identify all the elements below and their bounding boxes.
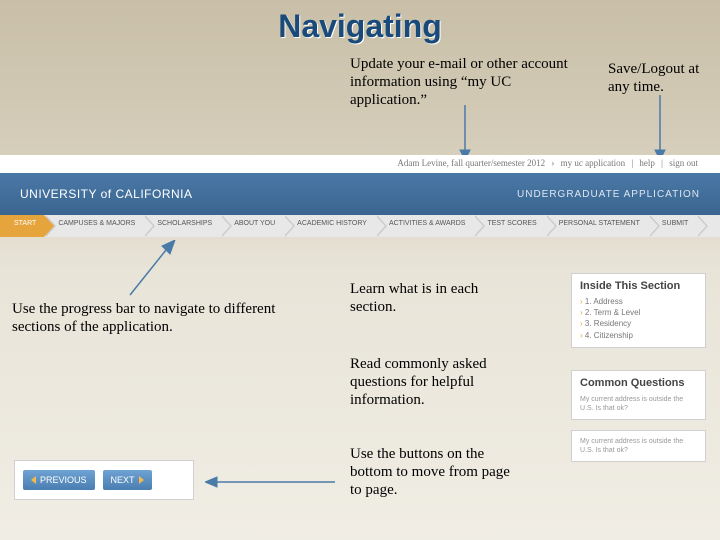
uc-app-label: UNDERGRADUATE APPLICATION bbox=[517, 189, 700, 200]
next-button[interactable]: NEXT bbox=[103, 470, 152, 490]
annotation-read-faq: Read commonly asked questions for helpfu… bbox=[350, 355, 510, 409]
arrow-diagonal-icon bbox=[120, 240, 180, 300]
arrow-left-icon bbox=[205, 474, 335, 490]
uc-midbar: UNIVERSITY of CALIFORNIA UNDERGRADUATE A… bbox=[0, 173, 720, 215]
annotation-progress-bar: Use the progress bar to navigate to diff… bbox=[12, 300, 282, 336]
list-item[interactable]: 2. Term & Level bbox=[580, 307, 697, 318]
list-item[interactable]: 3. Residency bbox=[580, 318, 697, 329]
chevron-right-icon bbox=[139, 476, 144, 484]
annotation-use-buttons: Use the buttons on the bottom to move fr… bbox=[350, 445, 525, 499]
side-card-inside-section: Inside This Section 1. Address 2. Term &… bbox=[571, 273, 706, 348]
topbar-link-help[interactable]: help bbox=[639, 158, 655, 168]
side-card-title: Inside This Section bbox=[572, 274, 705, 296]
uc-topbar: Adam Levine, fall quarter/semester 2012 … bbox=[0, 155, 720, 173]
slide-title: Navigating bbox=[0, 0, 720, 45]
nav-academic[interactable]: ACADEMIC HISTORY bbox=[283, 215, 375, 237]
uc-progress-nav: START CAMPUSES & MAJORS SCHOLARSHIPS ABO… bbox=[0, 215, 720, 237]
uc-banner: Adam Levine, fall quarter/semester 2012 … bbox=[0, 155, 720, 237]
list-item[interactable]: 1. Address bbox=[580, 296, 697, 307]
side-card-common-questions: Common Questions My current address is o… bbox=[571, 370, 706, 420]
prev-next-container: PREVIOUS NEXT bbox=[14, 460, 194, 500]
arrow-down-icon bbox=[455, 105, 475, 160]
chevron-left-icon bbox=[31, 476, 36, 484]
arrow-down-icon bbox=[650, 95, 670, 160]
nav-campuses[interactable]: CAMPUSES & MAJORS bbox=[44, 215, 143, 237]
annotation-save-logout: Save/Logout at any time. bbox=[608, 60, 708, 96]
side-card-body: My current address is outside the U.S. I… bbox=[572, 431, 705, 461]
nav-start[interactable]: START bbox=[0, 215, 44, 237]
side-card-common-questions-2: My current address is outside the U.S. I… bbox=[571, 430, 706, 462]
side-card-list: 1. Address 2. Term & Level 3. Residency … bbox=[572, 296, 705, 347]
list-item[interactable]: 4. Citizenship bbox=[580, 330, 697, 341]
side-card-title: Common Questions bbox=[572, 371, 705, 393]
topbar-user: Adam Levine, fall quarter/semester 2012 bbox=[397, 158, 545, 168]
topbar-link-myuc[interactable]: my uc application bbox=[561, 158, 625, 168]
nav-activities[interactable]: ACTIVITIES & AWARDS bbox=[375, 215, 474, 237]
annotation-update-email: Update your e-mail or other account info… bbox=[350, 55, 588, 109]
topbar-link-signout[interactable]: sign out bbox=[669, 158, 698, 168]
side-card-body: My current address is outside the U.S. I… bbox=[572, 393, 705, 419]
nav-personal[interactable]: PERSONAL STATEMENT bbox=[545, 215, 648, 237]
annotation-learn-section: Learn what is in each section. bbox=[350, 280, 505, 316]
previous-button[interactable]: PREVIOUS bbox=[23, 470, 95, 490]
uc-brand: UNIVERSITY of CALIFORNIA bbox=[20, 187, 192, 201]
